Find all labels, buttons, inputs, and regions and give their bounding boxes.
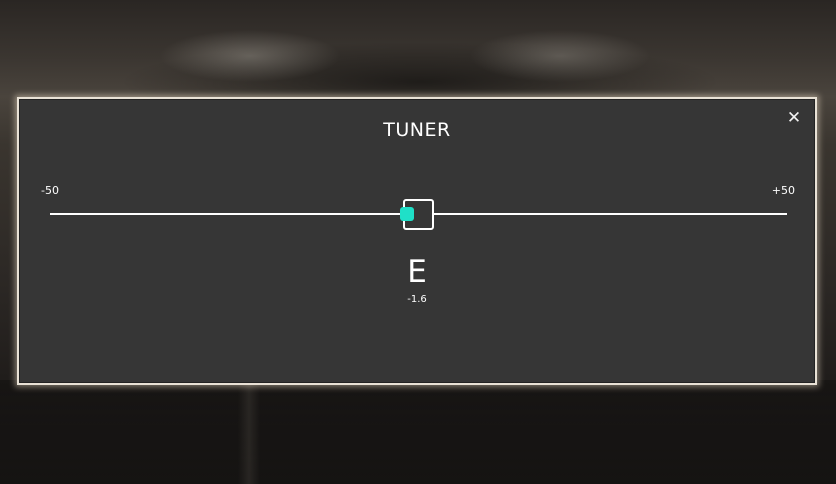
dialog-title: TUNER bbox=[383, 119, 451, 141]
close-icon[interactable]: ✕ bbox=[785, 109, 803, 127]
range-max-label: +50 bbox=[771, 184, 795, 197]
background-post bbox=[238, 384, 260, 484]
cents-offset: -1.6 bbox=[407, 294, 427, 305]
detected-note: E bbox=[407, 254, 427, 290]
tuner-dialog: TUNER ✕ -50 +50 E -1.6 bbox=[17, 97, 817, 385]
pitch-indicator bbox=[399, 207, 414, 221]
range-min-label: -50 bbox=[41, 184, 59, 197]
background-shadow bbox=[0, 380, 836, 484]
